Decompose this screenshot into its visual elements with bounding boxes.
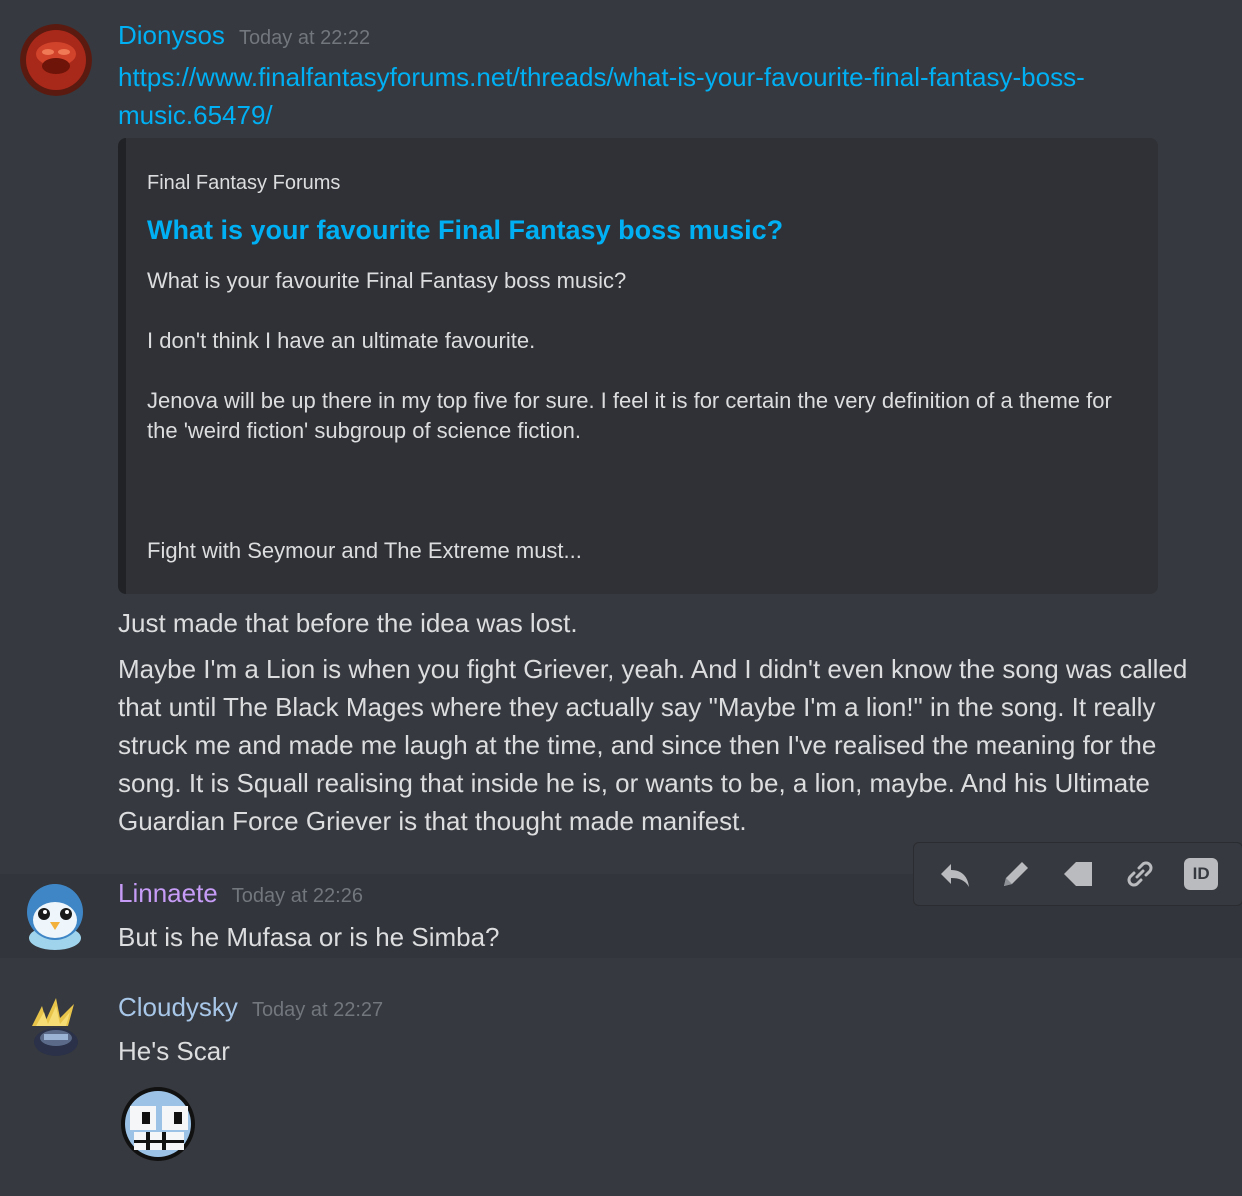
message-actions-toolbar: ID [913,842,1242,906]
message-text: Just made that before the idea was lost. [118,608,578,638]
timestamp: Today at 22:22 [238,27,371,49]
embed-description: What is your favourite Final Fantasy bos… [147,266,1137,596]
copy-link-icon [1127,861,1153,887]
timestamp: Today at 22:26 [231,885,363,907]
link-embed: Final Fantasy Forums What is your favour… [118,138,1158,594]
embed-desc-line: What is your favourite Final Fantasy bos… [147,268,627,293]
message-dionysos: Dionysos Today at 22:22 https://www.fina… [0,0,1242,850]
emoji-image [121,1087,195,1161]
message-text: But is he Mufasa or is he Simba? [118,922,500,952]
username-cloudysky[interactable]: Cloudysky [118,992,238,1023]
edit-pencil-icon [1004,862,1029,886]
avatar-dionysos-image [20,24,92,96]
message-text: He's Scar [118,1036,230,1066]
embed-desc-line: Jenova will be up there in my top five f… [147,388,1112,443]
embed-provider[interactable]: Final Fantasy Forums [147,172,340,195]
pin-icon [1063,862,1092,886]
edit-button[interactable] [994,852,1038,896]
embed-desc-line: Fight with Seymour and The Extreme must.… [147,538,582,563]
reply-button[interactable] [933,852,977,896]
grinning-pixel-emoji[interactable] [118,1084,198,1164]
username-dionysos[interactable]: Dionysos [118,20,225,51]
embed-desc-line: I don't think I have an ultimate favouri… [147,328,536,353]
username-linnaete[interactable]: Linnaete [118,878,218,909]
message-cloudysky: Cloudysky Today at 22:27 He's Scar [0,988,1242,1178]
avatar-dionysos[interactable] [20,24,92,96]
copy-id-icon: ID [1184,858,1219,890]
embed-title[interactable]: What is your favourite Final Fantasy bos… [147,215,783,246]
avatar-cloudysky[interactable] [22,994,88,1060]
reply-icon [940,864,969,887]
message-link-line1[interactable]: https://www.finalfantasyforums.net/threa… [118,62,1085,92]
message-text: Maybe I'm a Lion is when you fight Griev… [118,654,1188,836]
avatar-linnaete-image [27,884,83,950]
avatar-linnaete[interactable] [22,880,88,950]
avatar-cloudysky-image [32,998,78,1056]
copy-link-button[interactable] [1118,852,1162,896]
copy-id-button[interactable]: ID [1179,852,1223,896]
timestamp: Today at 22:27 [251,999,384,1021]
pin-button[interactable] [1056,852,1100,896]
message-link-line2[interactable]: music.65479/ [118,100,273,130]
